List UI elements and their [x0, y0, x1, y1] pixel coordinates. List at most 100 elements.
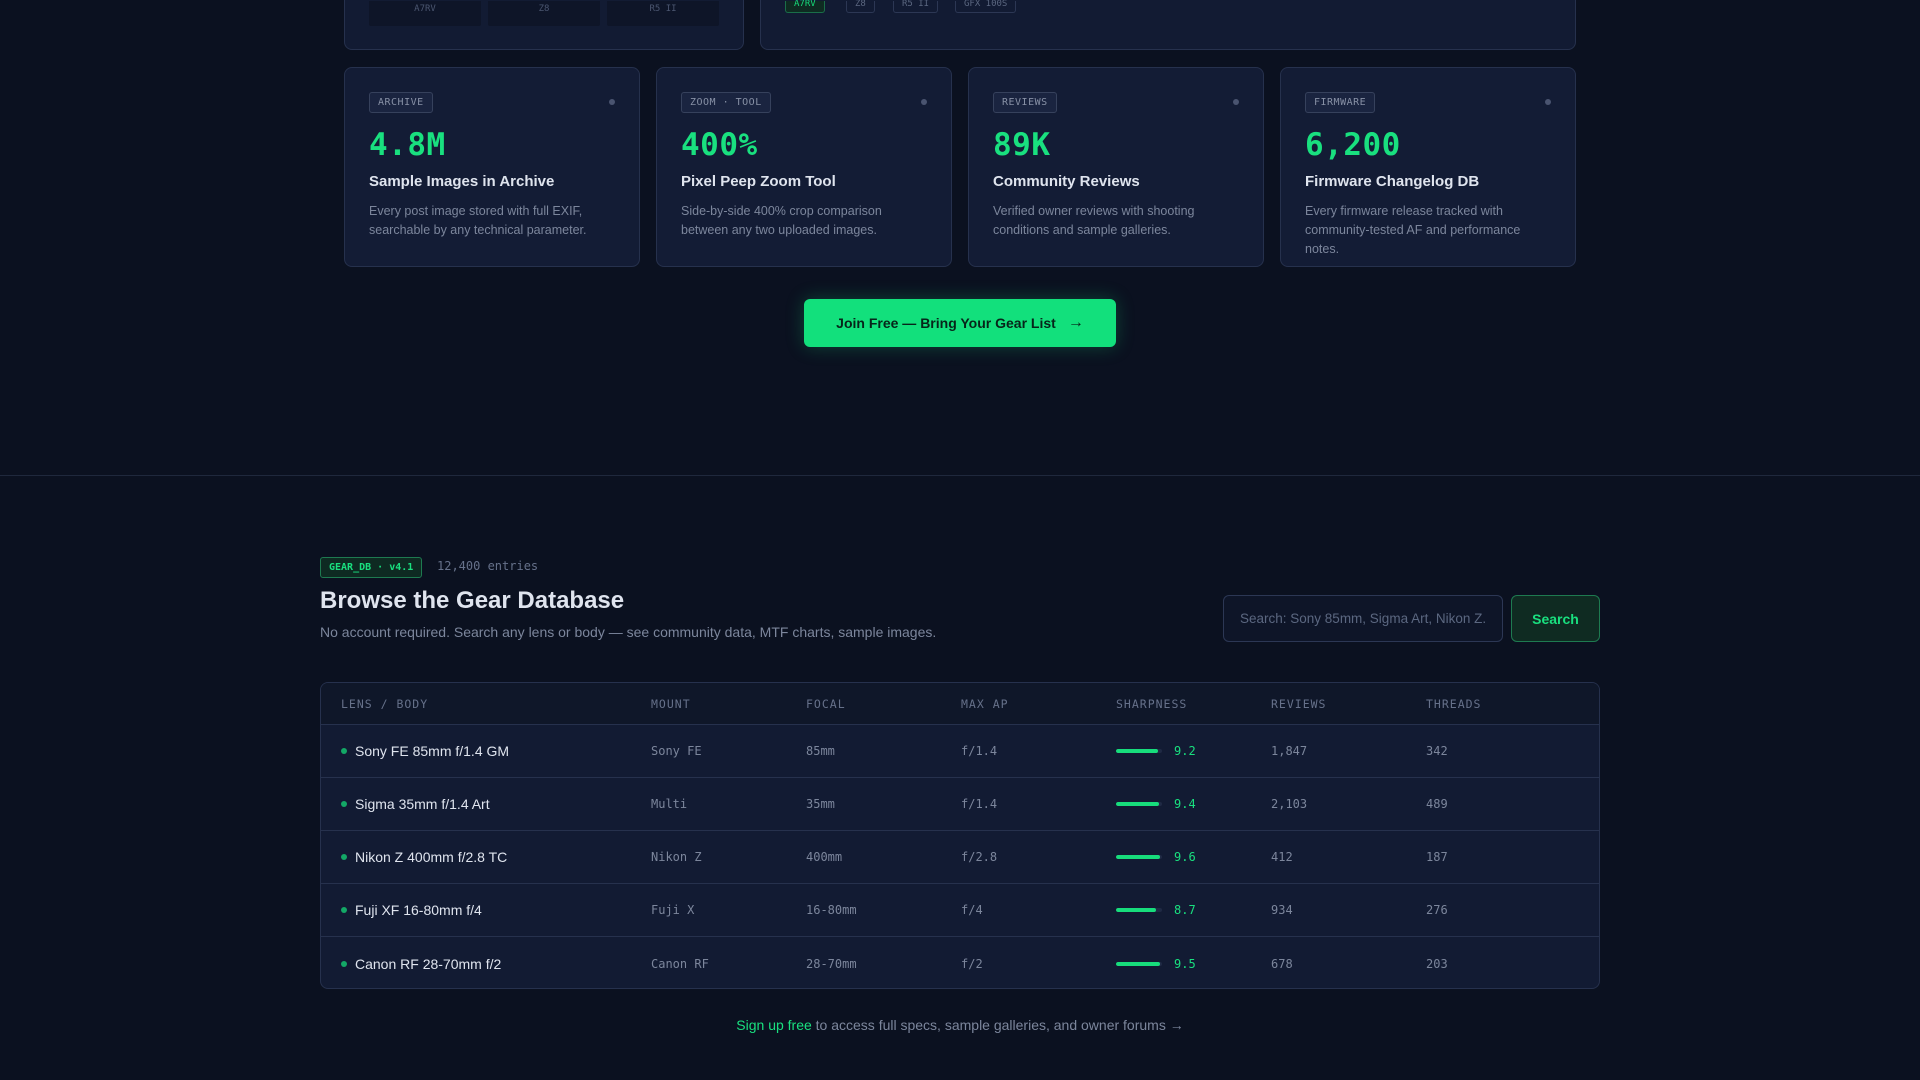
- section-divider: [0, 475, 1920, 476]
- reviews-cell: 934: [1271, 903, 1293, 917]
- header-focal[interactable]: FOCAL: [806, 697, 846, 711]
- lens-name-text: Sigma 35mm f/1.4 Art: [355, 796, 490, 812]
- gear-search-input[interactable]: [1223, 595, 1503, 642]
- lens-name-text: Fuji XF 16-80mm f/4: [355, 902, 482, 918]
- bullet-icon: [341, 854, 347, 860]
- max-ap-cell: f/2: [961, 956, 983, 971]
- table-row[interactable]: Nikon Z 400mm f/2.8 TC Nikon Z 400mm f/2…: [321, 831, 1599, 884]
- stat-title: Pixel Peep Zoom Tool: [681, 173, 836, 190]
- arrow-right-icon: →: [1067, 314, 1084, 331]
- sharpness-bar: [1116, 908, 1162, 912]
- sharpness-cell: 9.4: [1116, 797, 1196, 811]
- stat-card-reviews: REVIEWS 89K Community Reviews Verified o…: [968, 67, 1264, 267]
- header-max-ap[interactable]: MAX AP: [961, 697, 1009, 711]
- focal-cell: 35mm: [806, 797, 835, 811]
- stat-description: Side-by-side 400% crop comparison betwee…: [681, 204, 882, 237]
- signup-prompt: Sign up free to access full specs, sampl…: [0, 1017, 1920, 1033]
- status-dot: [1545, 99, 1551, 105]
- table-row[interactable]: Sony FE 85mm f/1.4 GM Sony FE 85mm f/1.4…: [321, 725, 1599, 778]
- stat-tag: FIRMWARE: [1305, 92, 1376, 113]
- stat-value: 4.8M: [369, 127, 446, 163]
- chip-gfx100s[interactable]: GFX 100S: [955, 0, 1017, 13]
- header-sharpness[interactable]: SHARPNESS: [1116, 697, 1187, 711]
- max-ap-cell: f/1.4: [961, 797, 998, 811]
- section-subtitle: No account required. Search any lens or …: [320, 624, 937, 640]
- sharpness-bar: [1116, 749, 1162, 753]
- bullet-icon: [341, 801, 347, 807]
- header-lens-body[interactable]: LENS / BODY: [341, 697, 428, 711]
- stat-card-archive: ARCHIVE 4.8M Sample Images in Archive Ev…: [344, 67, 640, 267]
- focal-cell: 16-80mm: [806, 903, 857, 917]
- lens-name-text: Nikon Z 400mm f/2.8 TC: [355, 849, 508, 865]
- stat-description: Every firmware release tracked with comm…: [1305, 204, 1521, 256]
- sharpness-bar: [1116, 802, 1162, 806]
- stat-title: Community Reviews: [993, 173, 1140, 190]
- focal-cell: 85mm: [806, 744, 835, 758]
- header-threads[interactable]: THREADS: [1426, 697, 1481, 711]
- focal-cell: 28-70mm: [806, 956, 857, 971]
- status-dot: [921, 99, 927, 105]
- header-reviews[interactable]: REVIEWS: [1271, 697, 1326, 711]
- max-ap-cell: f/4: [961, 903, 983, 917]
- focal-cell: 400mm: [806, 850, 843, 864]
- sharpness-value: 9.4: [1174, 797, 1196, 811]
- sharpness-value: 9.5: [1174, 956, 1196, 971]
- table-row[interactable]: Canon RF 28-70mm f/2 Canon RF 28-70mm f/…: [321, 937, 1599, 988]
- stat-description: Every post image stored with full EXIF, …: [369, 204, 587, 237]
- sharpness-bar: [1116, 855, 1162, 859]
- sharpness-bar: [1116, 961, 1162, 966]
- signup-text: to access full specs, sample galleries, …: [811, 1017, 1184, 1033]
- chip-r5ii[interactable]: R5 II: [893, 0, 939, 13]
- mount-cell: Multi: [651, 797, 688, 811]
- lens-name[interactable]: Canon RF 28-70mm f/2: [341, 956, 501, 972]
- search-button[interactable]: Search: [1511, 595, 1600, 642]
- stat-title: Firmware Changelog DB: [1305, 173, 1480, 190]
- sharpness-fill: [1116, 961, 1160, 966]
- reviews-cell: 412: [1271, 850, 1293, 864]
- thumb-a7rv[interactable]: A7RV: [369, 1, 481, 26]
- lens-name[interactable]: Fuji XF 16-80mm f/4: [341, 902, 482, 918]
- stat-tag: ARCHIVE: [369, 92, 433, 113]
- sharpness-cell: 9.5: [1116, 957, 1196, 971]
- sharpness-cell: 9.2: [1116, 744, 1196, 758]
- chip-z8[interactable]: Z8: [846, 0, 875, 13]
- top-filter-card: A7RV Z8 R5 II GFX 100S: [760, 0, 1576, 50]
- bullet-icon: [341, 748, 347, 754]
- threads-cell: 203: [1426, 956, 1448, 971]
- sharpness-fill: [1116, 749, 1159, 753]
- mount-cell: Nikon Z: [651, 850, 702, 864]
- signup-link[interactable]: Sign up free: [736, 1017, 812, 1033]
- header-mount[interactable]: MOUNT: [651, 697, 691, 711]
- lens-name[interactable]: Sigma 35mm f/1.4 Art: [341, 796, 490, 812]
- lens-name[interactable]: Nikon Z 400mm f/2.8 TC: [341, 849, 507, 865]
- table-row[interactable]: Sigma 35mm f/1.4 Art Multi 35mm f/1.4 9.…: [321, 778, 1599, 831]
- sharpness-fill: [1116, 908, 1157, 912]
- entry-count: 12,400 entries: [437, 559, 539, 573]
- threads-cell: 276: [1426, 903, 1448, 917]
- thumb-r5ii[interactable]: R5 II: [607, 1, 719, 26]
- gear-table: LENS / BODY MOUNT FOCAL MAX AP SHARPNESS…: [320, 682, 1600, 989]
- threads-cell: 489: [1426, 797, 1448, 811]
- sharpness-value: 8.7: [1174, 903, 1196, 917]
- lens-name[interactable]: Sony FE 85mm f/1.4 GM: [341, 743, 509, 759]
- thumb-z8[interactable]: Z8: [488, 1, 600, 26]
- stat-value: 400%: [681, 127, 758, 163]
- join-free-label: Join Free — Bring Your Gear List: [836, 315, 1056, 331]
- status-dot: [609, 99, 615, 105]
- top-comparison-card: A7RV Z8 R5 II: [344, 0, 744, 50]
- reviews-cell: 678: [1271, 956, 1293, 971]
- gear-db-badge: GEAR_DB · v4.1: [320, 557, 423, 578]
- max-ap-cell: f/2.8: [961, 850, 998, 864]
- mount-cell: Sony FE: [651, 744, 702, 758]
- mount-cell: Fuji X: [651, 903, 695, 917]
- reviews-cell: 1,847: [1271, 744, 1308, 758]
- stat-card-zoom: ZOOM · TOOL 400% Pixel Peep Zoom Tool Si…: [656, 67, 952, 267]
- chip-a7rv[interactable]: A7RV: [785, 0, 825, 13]
- lens-name-text: Canon RF 28-70mm f/2: [355, 955, 502, 972]
- join-free-button[interactable]: Join Free — Bring Your Gear List →: [804, 299, 1116, 347]
- table-row[interactable]: Fuji XF 16-80mm f/4 Fuji X 16-80mm f/4 8…: [321, 884, 1599, 937]
- threads-cell: 342: [1426, 744, 1448, 758]
- stat-card-firmware: FIRMWARE 6,200 Firmware Changelog DB Eve…: [1280, 67, 1576, 267]
- stat-tag: ZOOM · TOOL: [681, 92, 771, 113]
- max-ap-cell: f/1.4: [961, 744, 998, 758]
